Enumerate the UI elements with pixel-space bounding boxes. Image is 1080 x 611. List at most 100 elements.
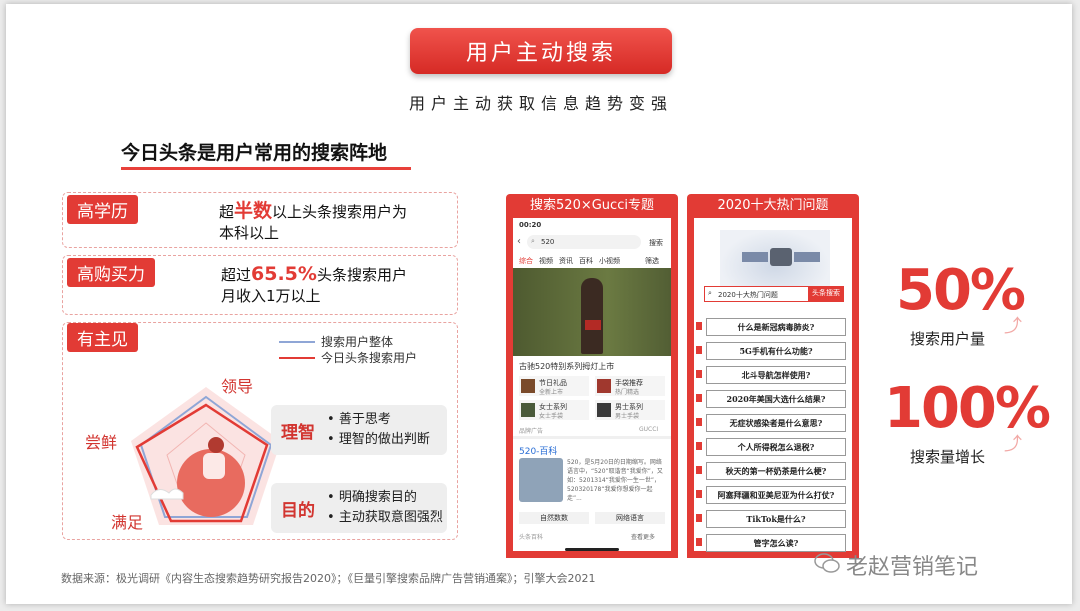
education-highlight: 半数 (234, 200, 273, 222)
tab-wiki[interactable]: 百科 (579, 256, 593, 266)
product-thumb (597, 403, 611, 417)
phone-gucci: 搜索520×Gucci专题 00:20 ‹ ⌕ 520 搜索 综合 视频 资讯 … (506, 194, 678, 558)
question-item[interactable]: 阿塞拜疆和亚美尼亚为什么打仗? (706, 486, 846, 504)
education-text: 超半数以上头条搜索用户为 本科以上 (219, 201, 449, 244)
stat-growth-label: 搜索量增长 (910, 448, 986, 466)
product-thumb (521, 403, 535, 417)
question-number (696, 346, 702, 354)
product-item[interactable]: 手袋推荐 热门精选 (595, 376, 665, 396)
opinion-tag: 有主见 (67, 323, 138, 352)
gucci-hero-image[interactable] (513, 268, 671, 356)
ad-label: 品牌广告 (519, 428, 544, 435)
product-grid: 节日礼品 全新上市 手袋推荐 热门精选 女士系列 女士手袋 男士系列 男士手袋 (519, 376, 665, 420)
hero-caption: 古驰520特别系列拇灯上市 (519, 362, 615, 371)
wiki-text: 520，是5月20日的日期缩写。网络语言中，“520”取谐音“我爱你”，又如：5… (567, 459, 663, 502)
reason-title: 理智 (281, 423, 315, 443)
satellite-body (770, 248, 792, 266)
legend-overall-label: 搜索用户整体 (321, 335, 394, 349)
purchase-power-tag: 高购买力 (67, 258, 155, 287)
red-bag (585, 320, 601, 330)
reason-bullet-2: • 理智的做出判断 (327, 432, 430, 447)
tab-video[interactable]: 视频 (539, 256, 553, 266)
education-card: 高学历 超半数以上头条搜索用户为 本科以上 (62, 192, 458, 248)
search-button[interactable]: 搜索 (649, 238, 663, 248)
vertex-lead: 领导 (221, 377, 254, 396)
phone-questions: 2020十大热门问题 ⌕ 2020十大热门问题 头条搜索 什么是新冠病毒肺炎? … (687, 194, 859, 558)
purchase-power-text-pre: 超过 (221, 266, 252, 284)
purchase-power-text-line2: 月收入1万以上 (221, 287, 321, 305)
education-tag: 高学历 (67, 195, 138, 224)
person-body (203, 453, 225, 479)
search-icon: ⌕ (531, 237, 535, 245)
purchase-power-text: 超过65.5%头条搜索用户 月收入1万以上 (221, 264, 451, 307)
purpose-title: 目的 (281, 501, 315, 521)
wiki-source: 头条百科 (519, 534, 544, 541)
purpose-bullet-2: • 主动获取意图强烈 (327, 510, 443, 525)
back-icon[interactable]: ‹ (517, 236, 521, 247)
legend-toutiao-label: 今日头条搜索用户 (321, 351, 418, 365)
product-sub: 女士手袋 (539, 413, 564, 420)
question-number (696, 442, 702, 450)
phone-time: 00:20 (519, 221, 542, 229)
tab-news[interactable]: 资讯 (559, 256, 573, 266)
question-number (696, 538, 702, 546)
question-item[interactable]: 什么是新冠病毒肺炎? (706, 318, 846, 336)
product-sub: 热门精选 (615, 389, 640, 396)
question-item[interactable]: 2020年美国大选什么结果? (706, 390, 846, 408)
wechat-icon (814, 552, 840, 574)
product-sub: 全新上市 (539, 389, 564, 396)
person-head (208, 437, 224, 453)
question-number (696, 514, 702, 522)
product-item[interactable]: 节日礼品 全新上市 (519, 376, 589, 396)
question-item[interactable]: 管字怎么读? (706, 534, 846, 552)
question-number (696, 394, 702, 402)
question-item[interactable]: 无症状感染者是什么意思? (706, 414, 846, 432)
wiki-more-link[interactable]: 查看更多 (631, 532, 655, 541)
divider (513, 436, 671, 439)
purpose-bullet-1: • 明确搜索目的 (327, 490, 417, 505)
hot-search-input[interactable]: ⌕ 2020十大热门问题 头条搜索 (704, 286, 844, 302)
question-item[interactable]: 个人所得税怎么退税? (706, 438, 846, 456)
subtitle: 用户主动获取信息趋势变强 (408, 94, 673, 113)
stat-growth-value: 100% (884, 376, 1051, 441)
wiki-button-2[interactable]: 网络语言 (595, 512, 665, 524)
reason-bullet-1: • 善于思考 (327, 412, 391, 427)
question-item[interactable]: 5G手机有什么功能? (706, 342, 846, 360)
tab-comprehensive[interactable]: 综合 (519, 256, 533, 266)
stat-users-label: 搜索用户量 (910, 330, 986, 348)
satellite-illustration (720, 230, 830, 290)
purchase-power-highlight: 65.5% (251, 263, 317, 285)
section-title: 今日头条是用户常用的搜索阵地 (121, 142, 388, 164)
legend-toutiao-line (279, 357, 315, 359)
question-item[interactable]: 秋天的第一杯奶茶是什么梗? (706, 462, 846, 480)
section-underline (121, 167, 411, 170)
search-icon: ⌕ (708, 289, 712, 297)
product-item[interactable]: 男士系列 男士手袋 (595, 400, 665, 420)
search-query: 520 (541, 238, 555, 246)
reason-bullet-2-text: 理智的做出判断 (338, 432, 430, 447)
question-number (696, 322, 702, 330)
title-banner: 用户主动搜索 (410, 28, 672, 74)
radar-chart (131, 387, 281, 525)
purchase-power-card: 高购买力 超过65.5%头条搜索用户 月收入1万以上 (62, 255, 458, 315)
wiki-button-1[interactable]: 自然数数 (519, 512, 589, 524)
question-number (696, 370, 702, 378)
phone-questions-screen: ⌕ 2020十大热门问题 头条搜索 什么是新冠病毒肺炎? 5G手机有什么功能? … (687, 218, 859, 558)
toutiao-search-button[interactable]: 头条搜索 (808, 286, 844, 301)
wiki-title[interactable]: 520-百科 (519, 444, 557, 457)
tab-filter[interactable]: 筛选 (645, 256, 659, 266)
question-item[interactable]: 北斗导航怎样使用? (706, 366, 846, 384)
product-item[interactable]: 女士系列 女士手袋 (519, 400, 589, 420)
legend-overall-line (279, 341, 315, 343)
search-input[interactable]: ⌕ 520 (527, 235, 641, 249)
purpose-card: 目的 • 明确搜索目的 • 主动获取意图强烈 (271, 483, 447, 533)
vertex-early-adopter: 尝鲜 (85, 433, 118, 452)
model-figure (581, 278, 603, 354)
tab-short-video[interactable]: 小视频 (599, 256, 620, 266)
question-item[interactable]: TikTok是什么? (706, 510, 846, 528)
purpose-bullet-2-text: 主动获取意图强烈 (338, 510, 443, 525)
vertex-satisfied: 满足 (111, 513, 144, 532)
watermark: 老赵营销笔记 (846, 555, 979, 580)
solar-panel-right (794, 252, 820, 262)
home-indicator (565, 548, 619, 551)
